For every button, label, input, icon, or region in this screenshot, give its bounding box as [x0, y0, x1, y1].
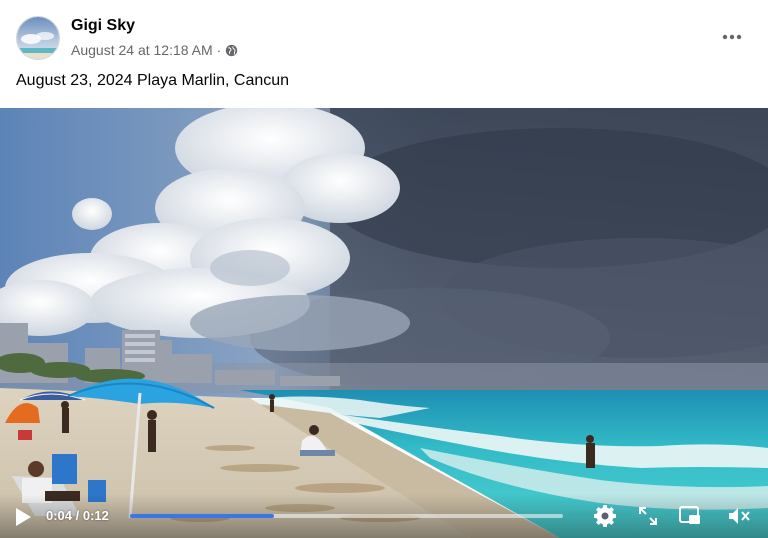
video-controls: 0:04 / 0:12 [0, 494, 768, 538]
post-caption: August 23, 2024 Playa Marlin, Cancun [16, 72, 290, 89]
gear-icon [594, 505, 616, 527]
avatar[interactable] [16, 16, 60, 60]
video-time: 0:04 / 0:12 [46, 508, 109, 523]
mute-button[interactable] [727, 505, 751, 532]
post-header: Gigi Sky August 24 at 12:18 AM · [0, 0, 768, 70]
fullscreen-icon [639, 507, 657, 525]
post-meta: August 24 at 12:18 AM · [71, 42, 238, 58]
post-timestamp[interactable]: August 24 at 12:18 AM [71, 42, 213, 58]
settings-button[interactable] [593, 504, 617, 533]
muted-speaker-icon [729, 508, 750, 524]
picture-in-picture-icon [679, 506, 700, 524]
video-frame [0, 108, 768, 538]
author-name[interactable]: Gigi Sky [71, 17, 135, 35]
globe-icon [225, 44, 238, 57]
picture-in-picture-button[interactable] [678, 505, 702, 532]
play-icon [16, 508, 31, 526]
more-options-icon [722, 27, 742, 45]
video-player[interactable]: 0:04 / 0:12 [0, 108, 768, 538]
facebook-post: Gigi Sky August 24 at 12:18 AM · August … [0, 0, 768, 538]
more-options-button[interactable] [714, 20, 750, 52]
fullscreen-button[interactable] [637, 505, 659, 532]
video-progress-bar[interactable] [130, 514, 563, 518]
video-progress-fill [130, 514, 275, 518]
meta-separator: · [216, 42, 222, 58]
play-button[interactable] [14, 507, 32, 532]
